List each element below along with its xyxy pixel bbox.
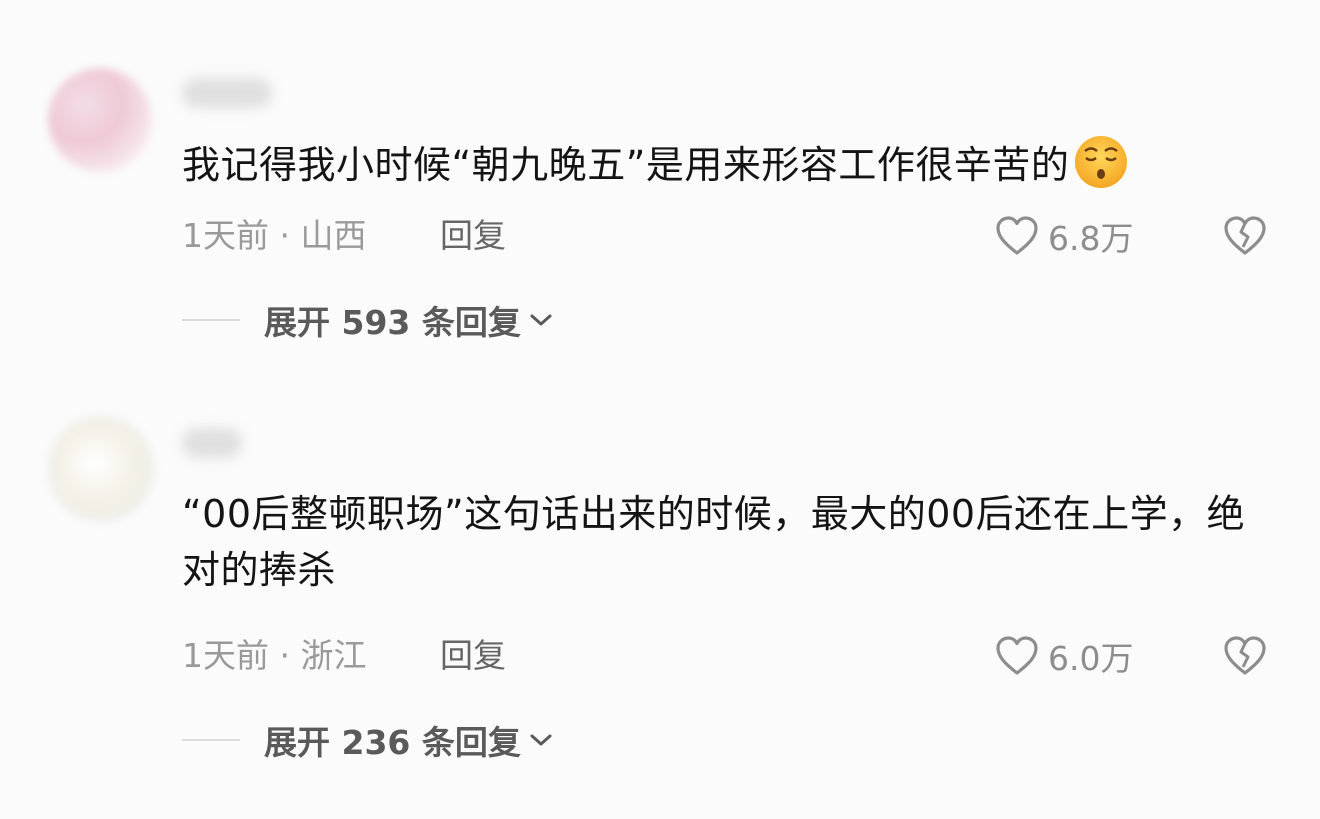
avatar[interactable] bbox=[48, 416, 154, 522]
avatar[interactable] bbox=[48, 68, 152, 172]
time-location: 1天前 · 山西 bbox=[182, 216, 367, 255]
comment-text: 我记得我小时候“朝九晚五”是用来形容工作很辛苦的 bbox=[182, 134, 1262, 193]
divider-line bbox=[182, 739, 240, 741]
broken-heart-icon[interactable] bbox=[1222, 634, 1268, 678]
like-button[interactable]: 6.0万 bbox=[994, 634, 1133, 678]
username-blurred[interactable] bbox=[182, 428, 242, 458]
username-blurred[interactable] bbox=[182, 78, 272, 108]
like-count: 6.8万 bbox=[1048, 219, 1134, 258]
chevron-down-icon bbox=[530, 734, 552, 746]
expand-replies-label: 展开 593 条回复 bbox=[264, 303, 521, 342]
heart-outline-icon bbox=[996, 216, 1038, 255]
like-count: 6.0万 bbox=[1048, 639, 1134, 678]
comment-text-content: 我记得我小时候“朝九晚五”是用来形容工作很辛苦的 bbox=[182, 143, 1070, 187]
comment-text: “00后整顿职场”这句话出来的时候，最大的00后还在上学，绝对的捧杀 bbox=[182, 492, 1246, 592]
broken-heart-icon[interactable] bbox=[1222, 214, 1268, 258]
expand-replies-label: 展开 236 条回复 bbox=[264, 723, 521, 762]
expand-replies-button[interactable]: 展开 236 条回复 bbox=[182, 716, 553, 764]
chevron-down-icon bbox=[530, 314, 552, 326]
divider-line bbox=[182, 319, 240, 321]
reply-button[interactable]: 回复 bbox=[440, 636, 506, 676]
like-button[interactable]: 6.8万 bbox=[994, 214, 1133, 258]
reply-button[interactable]: 回复 bbox=[440, 216, 506, 256]
expand-replies-button[interactable]: 展开 593 条回复 bbox=[182, 296, 553, 344]
yawning-face-emoji-icon bbox=[1075, 136, 1128, 188]
heart-outline-icon bbox=[996, 636, 1038, 675]
time-location: 1天前 · 浙江 bbox=[182, 636, 367, 675]
